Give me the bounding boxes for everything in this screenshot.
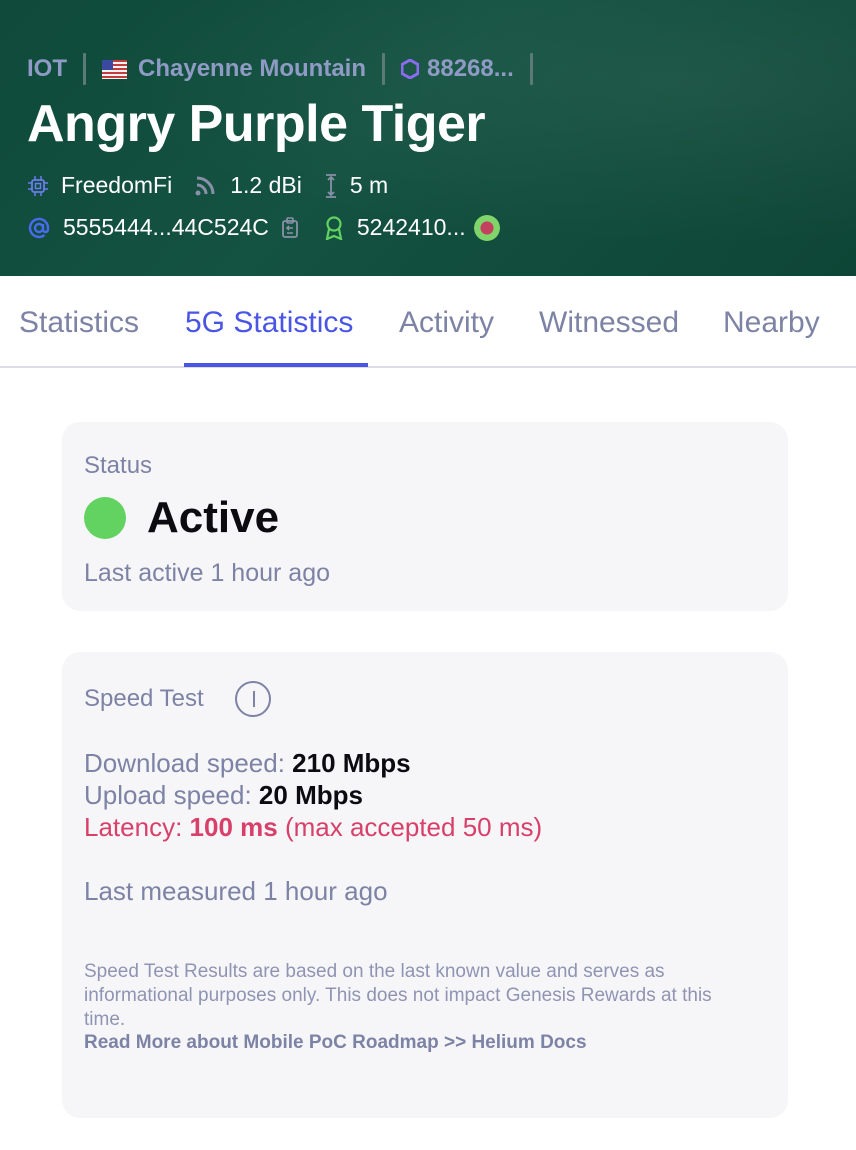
- divider: [83, 53, 86, 85]
- owner-address: 5555444...44C524C: [63, 214, 269, 240]
- download-row: Download speed: 210 Mbps: [84, 748, 411, 779]
- divider: [382, 53, 386, 85]
- elevation-icon: [325, 173, 336, 198]
- last-measured-text: Last measured 1 hour ago: [84, 876, 388, 906]
- upload-value: 20 Mbps: [258, 780, 363, 810]
- latency-value: 100 ms: [189, 812, 278, 842]
- location-label: Chayenne Mountain: [138, 55, 367, 82]
- owner-avatar: [473, 214, 500, 241]
- hex-id: 88268...: [427, 55, 514, 82]
- tab-5g-statistics[interactable]: 5G Statistics: [185, 306, 353, 340]
- signal-icon: [195, 176, 215, 195]
- hotspot-header: IOT Chayenne Mountain 88268... Angry Pur…: [0, 0, 856, 276]
- at-icon: [28, 217, 50, 238]
- status-card: Status Active Last active 1 hour ago: [62, 422, 788, 611]
- hotspot-owner-row: 5555444...44C524C 5242410...: [27, 214, 522, 241]
- reward-id: 5242410...: [356, 214, 466, 240]
- reward-info: 5242410...: [323, 214, 500, 241]
- disclaimer-text: Speed Test Results are based on the last…: [84, 961, 712, 1030]
- divider: [529, 53, 533, 85]
- tab-activity[interactable]: Activity: [399, 306, 494, 340]
- tab-nearby[interactable]: Nearby: [723, 306, 820, 340]
- location-link[interactable]: Chayenne Mountain: [102, 55, 366, 83]
- status-indicator: [84, 497, 126, 539]
- gain-label: 1.2 dBi: [230, 172, 302, 198]
- breadcrumb: IOT Chayenne Mountain 88268...: [27, 52, 549, 86]
- maker-label: FreedomFi: [61, 172, 173, 198]
- info-icon[interactable]: [235, 681, 271, 717]
- download-value: 210 Mbps: [292, 748, 411, 778]
- speed-test-card: Speed Test Download speed: 210 Mbps Uplo…: [62, 652, 788, 1118]
- tab-bar: Statistics 5G Statistics Activity Witnes…: [0, 276, 856, 368]
- upload-label: Upload speed:: [84, 780, 252, 810]
- download-label: Download speed:: [84, 748, 285, 778]
- network-label: IOT: [27, 55, 67, 82]
- docs-link[interactable]: Read More about Mobile PoC Roadmap >> He…: [84, 1032, 587, 1054]
- copy-icon[interactable]: [281, 216, 301, 239]
- elevation-label: 5 m: [349, 172, 389, 198]
- gain-info: 1.2 dBi: [194, 172, 302, 199]
- latency-label: Latency:: [84, 812, 183, 842]
- status-label: Status: [84, 452, 153, 479]
- maker-info: FreedomFi: [27, 172, 172, 199]
- status-value: Active: [147, 493, 280, 542]
- speed-test-label: Speed Test: [84, 685, 204, 712]
- latency-note: (max accepted 50 ms): [284, 812, 543, 842]
- award-icon: [325, 215, 343, 240]
- latency-row: Latency: 100 ms (max accepted 50 ms): [84, 812, 542, 843]
- hotspot-specs: FreedomFi 1.2 dBi 5 m: [27, 172, 410, 199]
- hex-link[interactable]: 88268...: [401, 55, 514, 83]
- owner-info: 5555444...44C524C: [27, 214, 301, 241]
- chip-icon: [28, 175, 48, 196]
- elevation-info: 5 m: [324, 172, 388, 199]
- tab-witnessed[interactable]: Witnessed: [539, 306, 679, 340]
- upload-row: Upload speed: 20 Mbps: [84, 780, 363, 811]
- us-flag-icon: [102, 59, 127, 79]
- tab-statistics[interactable]: Statistics: [19, 306, 139, 340]
- active-tab-indicator: [184, 363, 368, 367]
- hexagon-icon: [401, 59, 420, 79]
- hotspot-name: Angry Purple Tiger: [27, 95, 486, 153]
- last-active-text: Last active 1 hour ago: [84, 559, 330, 587]
